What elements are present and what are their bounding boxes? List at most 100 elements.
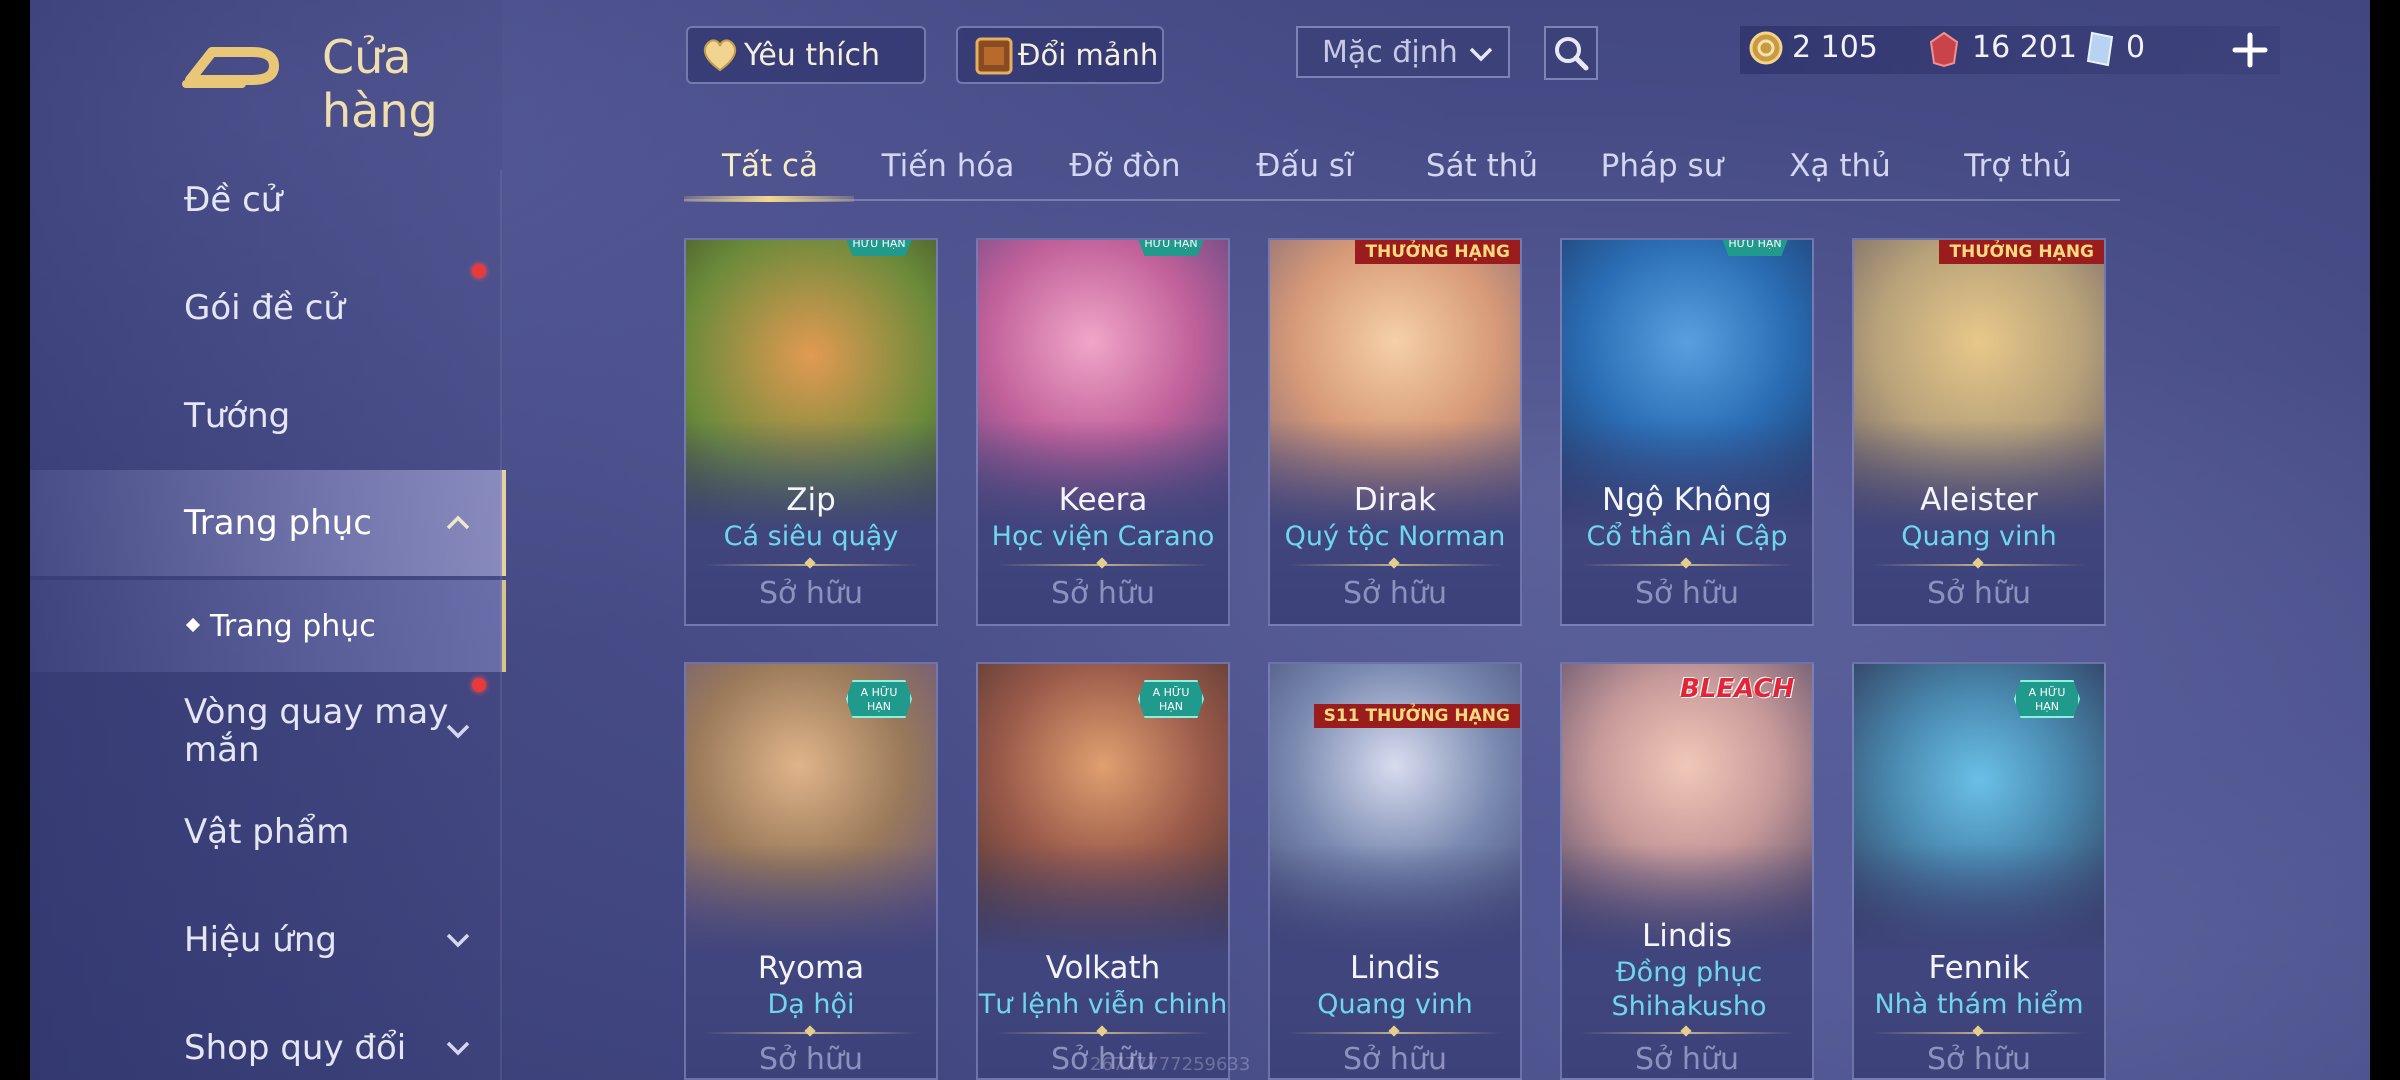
sidebar-item-recommended-bundles[interactable]: Gói đề cử: [30, 256, 502, 360]
card-separator: [704, 564, 918, 566]
add-currency-plus-icon[interactable]: [2230, 30, 2270, 70]
sidebar-item-label: Đề cử: [184, 180, 283, 220]
hero-name: Lindis: [1642, 918, 1732, 954]
sort-value: Mặc định: [1322, 34, 1458, 70]
skin-card[interactable]: THƯỞNG HẠNG Dirak Quý tộc Norman Sở hữu: [1268, 238, 1522, 626]
chevron-up-icon: [446, 515, 470, 530]
hero-name: Ryoma: [757, 950, 865, 986]
card-separator: [996, 1032, 1210, 1034]
chevron-down-icon: [446, 1041, 470, 1056]
sidebar-item-exchange-shop[interactable]: Shop quy đổi: [30, 996, 502, 1080]
sort-dropdown[interactable]: Mặc định: [1296, 26, 1510, 78]
bleach-collab-logo: BLEACH: [1680, 674, 1795, 704]
back-button[interactable]: [182, 34, 282, 90]
hero-name: Keera: [1058, 482, 1148, 518]
owned-status: Sở hữu: [1051, 576, 1155, 611]
skin-card[interactable]: A HỮU HẠN Volkath Tư lệnh viễn chinh Sở …: [976, 662, 1230, 1080]
skin-card[interactable]: HỮU HẠN Ngộ Không Cổ thần Ai Cập Sở hữu: [1560, 238, 1814, 626]
search-button[interactable]: [1544, 26, 1598, 80]
bullet-icon: [185, 617, 201, 633]
sidebar-item-skins[interactable]: Trang phục: [30, 470, 506, 576]
premium-badge: THƯỞNG HẠNG: [1355, 240, 1520, 264]
sidebar-item-heroes[interactable]: Tướng: [30, 364, 502, 468]
exchange-fragments-label: Đổi mảnh: [1018, 38, 1159, 72]
tab-support[interactable]: Trợ thủ: [1964, 148, 2071, 184]
skin-name: Cổ thần Ai Cập: [1586, 521, 1788, 552]
tab-all[interactable]: Tất cả: [722, 148, 818, 184]
skin-name: Quang vinh: [1901, 521, 2057, 552]
tab-marksman[interactable]: Xạ thủ: [1789, 148, 1891, 184]
chevron-down-icon: [446, 933, 470, 948]
card-separator: [1288, 564, 1502, 566]
tab-assassin[interactable]: Sát thủ: [1426, 148, 1538, 184]
active-tab-indicator: [684, 196, 854, 202]
back-arrow-icon: [182, 47, 279, 88]
watermark-id: 26777777259633: [1090, 1054, 1251, 1075]
notification-dot: [472, 678, 486, 692]
owned-status: Sở hữu: [1635, 1042, 1739, 1077]
voucher-icon: [1929, 31, 1959, 68]
skin-name: Quý tộc Norman: [1284, 521, 1506, 552]
favorites-button[interactable]: Yêu thích: [686, 26, 926, 84]
sidebar-item-items[interactable]: Vật phẩm: [30, 780, 502, 884]
owned-status: Sở hữu: [1635, 576, 1739, 611]
card-separator: [996, 564, 1210, 566]
sidebar-item-label: Trang phục: [210, 608, 376, 644]
chevron-down-icon: [446, 724, 470, 739]
search-icon: [1555, 37, 1589, 71]
chevron-down-icon: [1469, 47, 1493, 62]
card-separator: [1872, 564, 2086, 566]
gold-amount: 2 105: [1792, 30, 1878, 65]
fragment-chest-icon: [975, 37, 1013, 75]
exchange-fragments-button[interactable]: Đổi mảnh: [956, 26, 1164, 84]
premium-badge: THƯỞNG HẠNG: [1939, 240, 2104, 264]
sidebar-divider: [500, 170, 502, 1080]
skin-card[interactable]: HỮU HẠN Zip Cá siêu quậy Sở hữu: [684, 238, 938, 626]
card-separator: [1580, 564, 1794, 566]
hero-name: Lindis: [1350, 950, 1440, 986]
limited-badge: HỮU HẠN: [1138, 240, 1204, 256]
owned-status: Sở hữu: [1927, 1042, 2031, 1077]
gold-coin-icon: [1749, 31, 1783, 65]
skin-card[interactable]: S11 THƯỞNG HẠNG Lindis Quang vinh Sở hữu: [1268, 662, 1522, 1080]
tab-evolution[interactable]: Tiến hóa: [882, 148, 1015, 184]
owned-status: Sở hữu: [1343, 576, 1447, 611]
skin-card[interactable]: BLEACH Lindis Đồng phục Shihakusho Sở hữ…: [1560, 662, 1814, 1080]
limited-badge: A HỮU HẠN: [2014, 680, 2080, 718]
sidebar-item-label: Vật phẩm: [184, 812, 350, 852]
sidebar-item-recommended[interactable]: Đề cử: [30, 148, 502, 252]
card-separator: [1872, 1032, 2086, 1034]
favorites-label: Yêu thích: [744, 37, 880, 73]
owned-status: Sở hữu: [759, 1042, 863, 1077]
skin-card[interactable]: THƯỞNG HẠNG Aleister Quang vinh Sở hữu: [1852, 238, 2106, 626]
skin-name: Quang vinh: [1317, 989, 1473, 1020]
hero-name: Fennik: [1928, 950, 2030, 986]
sidebar-item-effects[interactable]: Hiệu ứng: [30, 888, 502, 992]
skin-card[interactable]: A HỮU HẠN Ryoma Dạ hội Sở hữu: [684, 662, 938, 1080]
season-premium-badge: S11 THƯỞNG HẠNG: [1313, 704, 1520, 728]
card-separator: [1288, 1032, 1502, 1034]
sidebar: Cửa hàng Đề cử Gói đề cử Tướng Trang phụ…: [30, 0, 506, 1080]
hero-name: Dirak: [1353, 482, 1437, 518]
skin-card[interactable]: A HỮU HẠN Fennik Nhà thám hiểm Sở hữu: [1852, 662, 2106, 1080]
sidebar-item-lucky-spin[interactable]: Vòng quay may mắn: [30, 676, 502, 786]
skin-card[interactable]: HỮU HẠN Keera Học viện Carano Sở hữu: [976, 238, 1230, 626]
skin-name: Nhà thám hiểm: [1874, 989, 2084, 1020]
ticket-icon: [2086, 31, 2114, 67]
heart-icon: [703, 39, 737, 72]
sidebar-subitem-skins[interactable]: Trang phục: [30, 580, 506, 672]
tabs-divider: [684, 199, 2120, 201]
skin-name: Dạ hội: [767, 989, 855, 1020]
hero-name: Zip: [786, 482, 836, 518]
ticket-amount: 0: [2126, 30, 2146, 65]
tab-mage[interactable]: Pháp sư: [1601, 148, 1724, 184]
voucher-amount: 16 201: [1972, 30, 2077, 65]
tab-fighter[interactable]: Đấu sĩ: [1256, 148, 1353, 184]
sidebar-item-label: Hiệu ứng: [184, 920, 337, 960]
limited-badge: A HỮU HẠN: [1138, 680, 1204, 718]
sidebar-item-label: Vòng quay may mắn: [184, 692, 449, 770]
tab-tank[interactable]: Đỡ đòn: [1069, 148, 1180, 184]
limited-badge: A HỮU HẠN: [846, 680, 912, 718]
owned-status: Sở hữu: [1343, 1042, 1447, 1077]
limited-badge: HỮU HẠN: [846, 240, 912, 256]
